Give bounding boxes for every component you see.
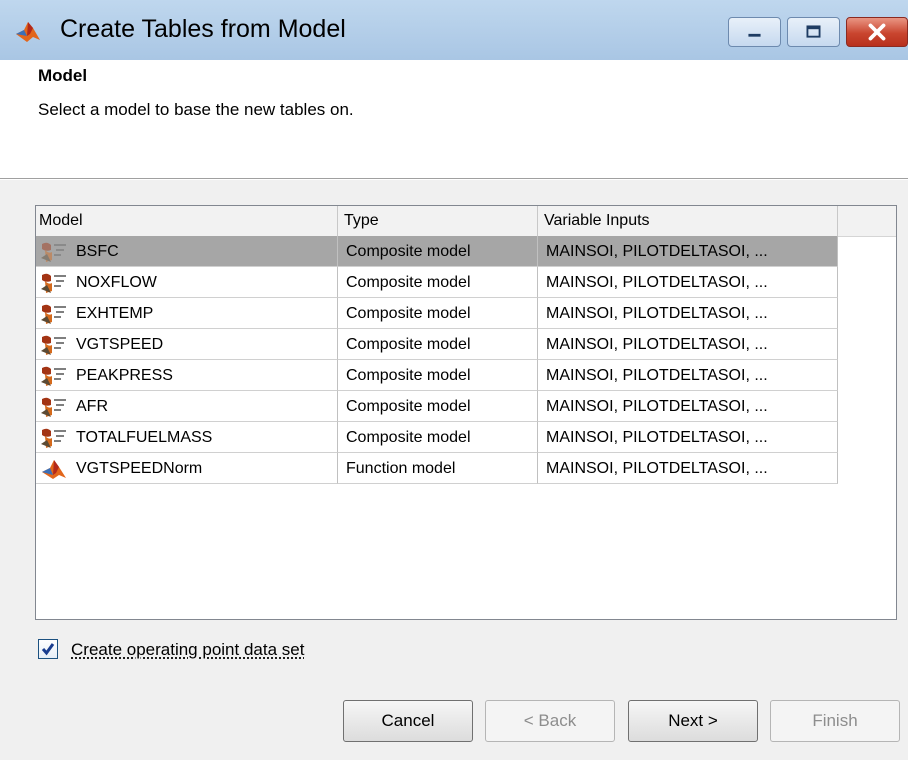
matlab-logo-icon xyxy=(16,22,40,42)
model-name: BSFC xyxy=(76,243,119,260)
minimize-icon xyxy=(748,33,761,37)
model-name: EXHTEMP xyxy=(76,305,154,322)
cell-variable-inputs: MAINSOI, PILOTDELTASOI, ... xyxy=(538,422,838,453)
table-header: Model Type Variable Inputs xyxy=(36,206,896,237)
column-header-variable-inputs[interactable]: Variable Inputs xyxy=(538,206,838,236)
table-row[interactable]: NOXFLOW Composite model MAINSOI, PILOTDELT… xyxy=(36,267,838,298)
cell-model-name: NOXFLOW xyxy=(36,267,338,298)
cell-variable-inputs: MAINSOI, PILOTDELTASOI, ... xyxy=(538,453,838,484)
cancel-button[interactable]: Cancel xyxy=(343,700,473,742)
close-button[interactable] xyxy=(846,17,908,47)
window-title: Create Tables from Model xyxy=(60,15,346,43)
table-row[interactable]: PEAKPRESS Composite model MAINSOI, PILOTDE… xyxy=(36,360,838,391)
create-operating-point-label[interactable]: Create operating point data set xyxy=(71,638,304,662)
cell-variable-inputs: MAINSOI, PILOTDELTASOI, ... xyxy=(538,267,838,298)
model-table[interactable]: Model Type Variable Inputs BSFC Composite… xyxy=(35,205,897,620)
create-tables-dialog: Create Tables from Model Model Select a … xyxy=(0,0,908,760)
table-row[interactable]: BSFC Composite model MAINSOI, PILOTDELTASO… xyxy=(36,236,838,267)
cell-variable-inputs: MAINSOI, PILOTDELTASOI, ... xyxy=(538,360,838,391)
model-name: TOTALFUELMASS xyxy=(76,429,213,446)
model-name: NOXFLOW xyxy=(76,274,157,291)
cell-model-name: AFR xyxy=(36,391,338,422)
cell-model-name: TOTALFUELMASS xyxy=(36,422,338,453)
cell-type: Composite model xyxy=(338,329,538,360)
cell-model-name: BSFC xyxy=(36,236,338,267)
cell-model-name: VGTSPEEDNorm xyxy=(36,453,338,484)
section-description: Select a model to base the new tables on… xyxy=(38,100,354,119)
cell-variable-inputs: MAINSOI, PILOTDELTASOI, ... xyxy=(538,236,838,267)
cell-type: Composite model xyxy=(338,267,538,298)
model-name: PEAKPRESS xyxy=(76,367,173,384)
next-button[interactable]: Next > xyxy=(628,700,758,742)
table-row[interactable]: TOTALFUELMASS Composite model MAINSOI, PIL… xyxy=(36,422,838,453)
section-title: Model xyxy=(38,66,88,85)
table-row[interactable]: EXHTEMP Composite model MAINSOI, PILOTDELT… xyxy=(36,298,838,329)
minimize-button[interactable] xyxy=(728,17,781,47)
cell-type: Composite model xyxy=(338,236,538,267)
table-row[interactable]: VGTSPEED Composite model MAINSOI, PILOTDEL… xyxy=(36,329,838,360)
composite-model-icon xyxy=(39,240,69,264)
create-operating-point-checkbox[interactable] xyxy=(38,639,58,659)
function-model-icon xyxy=(39,457,69,481)
composite-model-icon xyxy=(39,426,69,450)
cell-model-name: PEAKPRESS xyxy=(36,360,338,391)
composite-model-icon xyxy=(39,364,69,388)
cell-type: Composite model xyxy=(338,391,538,422)
checkmark-icon xyxy=(41,643,55,656)
cell-model-name: EXHTEMP xyxy=(36,298,338,329)
title-bar: Create Tables from Model xyxy=(0,0,908,61)
cell-model-name: VGTSPEED xyxy=(36,329,338,360)
table-row[interactable]: AFR Composite model MAINSOI, PILOTDELTASOI… xyxy=(36,391,838,422)
model-name: VGTSPEED xyxy=(76,336,164,353)
finish-button[interactable]: Finish xyxy=(770,700,900,742)
cell-type: Composite model xyxy=(338,298,538,329)
cell-variable-inputs: MAINSOI, PILOTDELTASOI, ... xyxy=(538,329,838,360)
column-header-type[interactable]: Type xyxy=(338,206,538,236)
column-header-model[interactable]: Model xyxy=(36,206,338,236)
cell-variable-inputs: MAINSOI, PILOTDELTASOI, ... xyxy=(538,391,838,422)
cell-type: Function model xyxy=(338,453,538,484)
composite-model-icon xyxy=(39,395,69,419)
cell-type: Composite model xyxy=(338,422,538,453)
maximize-icon xyxy=(806,25,821,38)
maximize-button[interactable] xyxy=(787,17,840,47)
close-icon xyxy=(868,23,886,41)
composite-model-icon xyxy=(39,302,69,326)
composite-model-icon xyxy=(39,271,69,295)
model-name: VGTSPEEDNorm xyxy=(76,460,203,477)
model-name: AFR xyxy=(76,398,108,415)
back-button[interactable]: < Back xyxy=(485,700,615,742)
composite-model-icon xyxy=(39,333,69,357)
header-separator xyxy=(0,178,908,180)
cell-type: Composite model xyxy=(338,360,538,391)
table-row[interactable]: VGTSPEEDNorm Function model MAINSOI, PILOT… xyxy=(36,453,838,484)
cell-variable-inputs: MAINSOI, PILOTDELTASOI, ... xyxy=(538,298,838,329)
